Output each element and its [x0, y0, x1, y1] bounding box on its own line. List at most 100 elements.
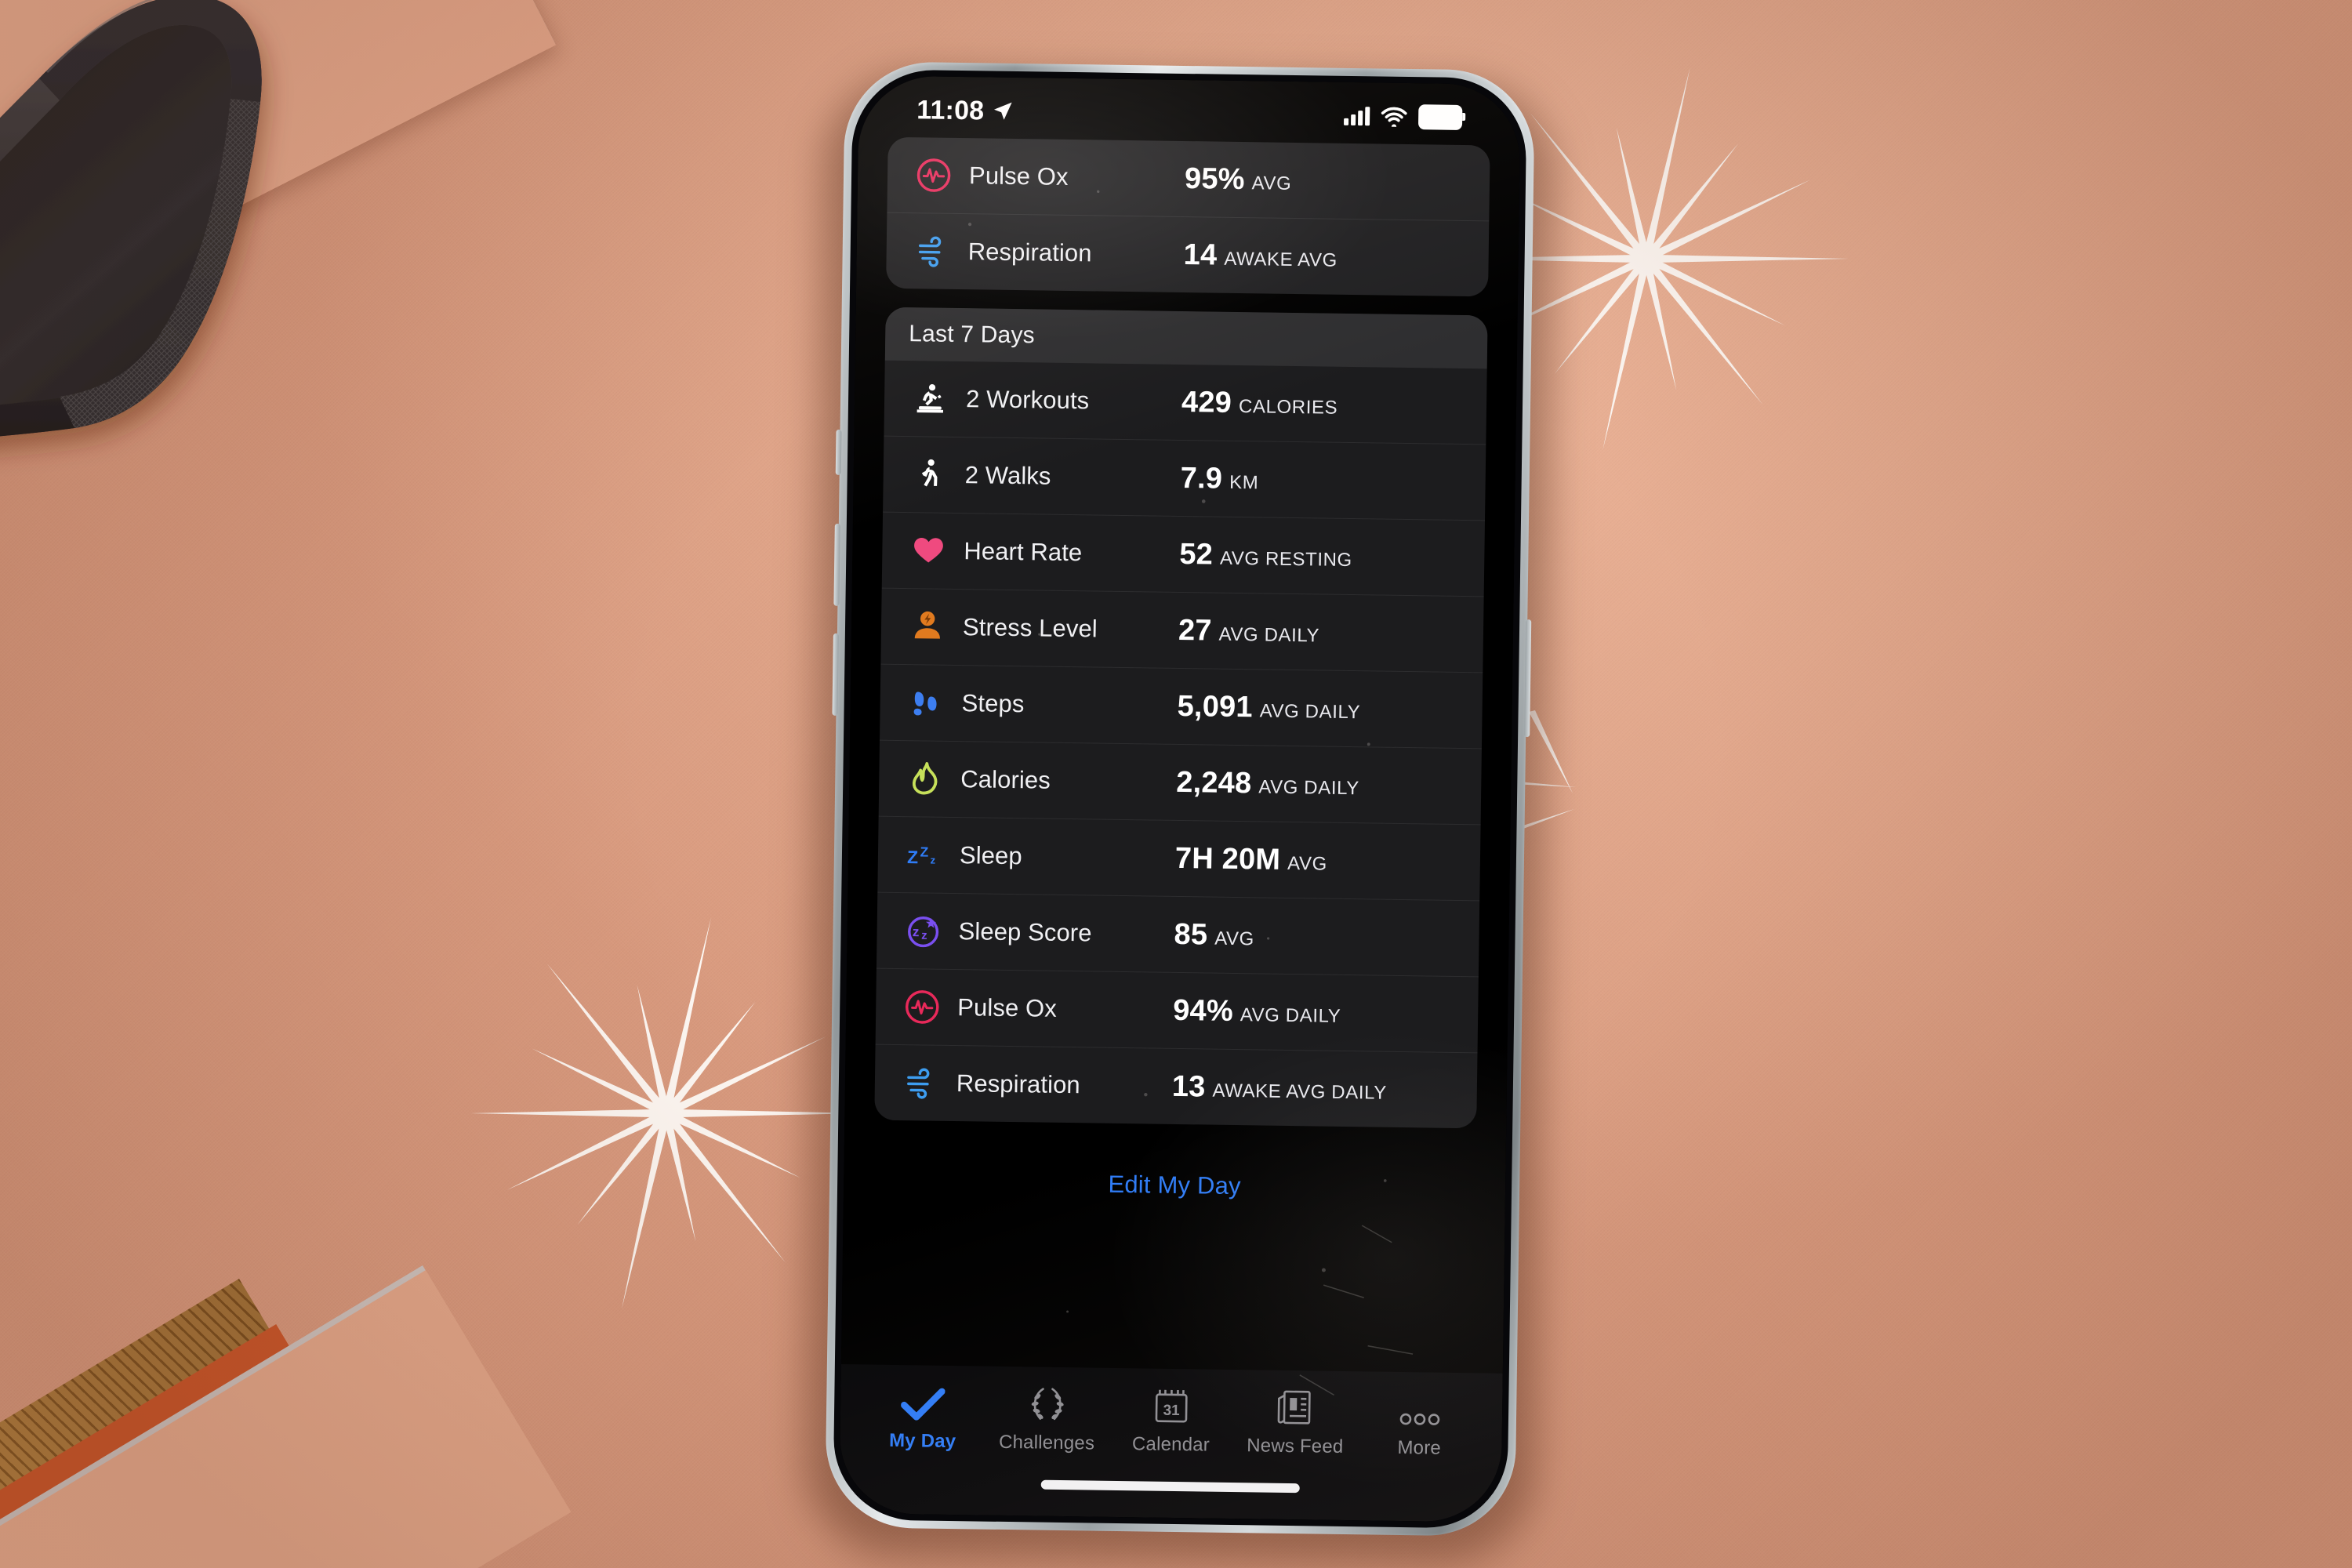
pulse-ox-icon [911, 152, 957, 198]
metric-unit: AVG DAILY [1240, 1004, 1341, 1027]
phone-screen: 11:08 Pulse Ox 95% AVG Respiration 14 AW… [839, 75, 1521, 1523]
metric-row-steps[interactable]: Steps 5,091 AVG DAILY [880, 663, 1483, 749]
metric-row-pulse-ox[interactable]: Pulse Ox 94% AVG DAILY [875, 967, 1479, 1053]
respiration-icon [898, 1060, 945, 1106]
metric-value: 94% AVG DAILY [1173, 993, 1341, 1029]
metric-unit: AVG DAILY [1259, 699, 1361, 723]
metric-row-2-walks[interactable]: 2 Walks 7.9 KM [883, 435, 1486, 521]
sleep-score-icon: z z [900, 908, 946, 954]
metric-value: 429 CALORIES [1181, 385, 1338, 421]
calendar-icon: 31 [1152, 1386, 1191, 1426]
status-bar-time: 11:08 [916, 94, 985, 125]
metric-number: 52 [1179, 537, 1214, 572]
metric-unit: AWAKE AVG DAILY [1212, 1080, 1388, 1104]
metric-row-stress-level[interactable]: Stress Level 27 AVG DAILY [880, 587, 1484, 673]
metric-number: 5,091 [1177, 689, 1254, 724]
svg-text:Z: Z [920, 844, 928, 860]
last-7-days-header: Last 7 Days [884, 307, 1488, 369]
display-notch [1059, 75, 1319, 136]
pulse-ox-icon [899, 984, 946, 1030]
metric-row-sleep-score[interactable]: z z Sleep Score 85 AVG [876, 891, 1480, 977]
metric-row-pulse-ox-today[interactable]: Pulse Ox 95% AVG [887, 137, 1490, 221]
metric-label: Stress Level [962, 613, 1098, 643]
phone-frame: 11:08 Pulse Ox 95% AVG Respiration 14 AW… [824, 60, 1536, 1537]
metric-unit: AVG RESTING [1219, 547, 1352, 571]
tab-more[interactable]: More [1360, 1388, 1479, 1460]
tab-label: Challenges [998, 1431, 1095, 1454]
metric-row-2-workouts[interactable]: 2 Workouts 429 CALORIES [884, 361, 1486, 445]
metric-number: 13 [1171, 1069, 1206, 1103]
calories-icon [902, 756, 949, 802]
svg-text:z: z [913, 924, 920, 939]
metric-value: 7.9 KM [1180, 461, 1258, 495]
metric-value: 27 AVG DAILY [1178, 613, 1320, 649]
metric-label: Respiration [956, 1069, 1081, 1099]
metric-number: 429 [1181, 385, 1232, 419]
metric-unit: AVG DAILY [1218, 623, 1320, 646]
metric-row-sleep[interactable]: Z Z z Sleep 7H 20M AVG [877, 815, 1481, 901]
metric-unit: AVG [1287, 852, 1328, 875]
respiration-icon [909, 228, 956, 274]
last-7-days-card: Last 7 Days 2 Workouts 429 CALORIES 2 Walk… [874, 307, 1488, 1129]
location-arrow-icon [994, 102, 1012, 120]
cellular-signal-icon [1344, 107, 1370, 126]
tab-calendar[interactable]: 31 Calendar [1112, 1385, 1230, 1457]
metric-label: 2 Walks [964, 461, 1051, 490]
metric-row-respiration[interactable]: Respiration 13 AWAKE AVG DAILY [874, 1044, 1478, 1129]
metric-value: 95% AVG [1185, 162, 1292, 198]
earpiece-speaker [1130, 75, 1250, 82]
metric-value: 14 AWAKE AVG [1183, 238, 1338, 274]
metric-row-respiration-today[interactable]: Respiration 14 AWAKE AVG [886, 212, 1490, 297]
today-summary-card: Pulse Ox 95% AVG Respiration 14 AWAKE AV… [886, 136, 1490, 297]
metric-label: Heart Rate [964, 537, 1083, 567]
svg-text:z: z [921, 929, 927, 942]
stress-icon [905, 604, 951, 650]
metric-label: Sleep Score [958, 917, 1092, 947]
metric-row-heart-rate[interactable]: Heart Rate 52 AVG RESTING [881, 511, 1486, 597]
phone-device: 11:08 Pulse Ox 95% AVG Respiration 14 AW… [804, 60, 1555, 1566]
wifi-icon [1381, 107, 1407, 127]
metric-unit: AWAKE AVG [1224, 248, 1338, 271]
metric-unit: KM [1229, 471, 1259, 493]
newsfeed-icon [1276, 1388, 1316, 1428]
metric-label: Calories [960, 765, 1051, 794]
more-icon [1398, 1389, 1443, 1429]
metric-label: Pulse Ox [968, 162, 1069, 191]
edit-my-day-link[interactable]: Edit My Day [873, 1139, 1476, 1204]
metric-number: 94% [1172, 993, 1234, 1028]
metric-number: 7.9 [1180, 461, 1223, 495]
metric-number: 27 [1178, 613, 1212, 648]
metric-label: Sleep [959, 841, 1023, 870]
metric-value: 85 AVG [1174, 917, 1254, 952]
metric-value: 2,248 AVG DAILY [1176, 765, 1359, 801]
tab-label: News Feed [1247, 1435, 1344, 1457]
metric-unit: AVG [1251, 172, 1292, 194]
tab-label: My Day [888, 1429, 956, 1453]
tab-my-day[interactable]: My Day [864, 1381, 982, 1453]
tab-label: More [1397, 1436, 1442, 1459]
bottom-tab-bar: My Day Challenges 31 Calendar News Feed … [839, 1364, 1503, 1523]
metric-label: Steps [961, 689, 1025, 718]
tab-label: Calendar [1131, 1433, 1210, 1456]
workout-icon [908, 376, 954, 422]
tab-news-feed[interactable]: News Feed [1236, 1387, 1355, 1458]
last-7-days-rows: 2 Workouts 429 CALORIES 2 Walks 7.9 KM Heart… [874, 361, 1486, 1129]
metric-unit: AVG DAILY [1258, 775, 1360, 799]
heart-icon [906, 528, 952, 574]
svg-text:Z: Z [907, 847, 918, 867]
metric-row-calories[interactable]: Calories 2,248 AVG DAILY [878, 739, 1482, 825]
volume-up-button[interactable] [833, 523, 840, 606]
metric-value: 13 AWAKE AVG DAILY [1172, 1069, 1388, 1106]
metric-label: 2 Workouts [965, 385, 1090, 415]
metric-label: Pulse Ox [957, 993, 1058, 1022]
app-content: Pulse Ox 95% AVG Respiration 14 AWAKE AV… [839, 75, 1521, 1523]
calendar-day-number: 31 [1163, 1403, 1180, 1419]
volume-down-button[interactable] [832, 633, 839, 716]
laurel-icon [1026, 1384, 1068, 1424]
mute-switch[interactable] [835, 429, 842, 475]
metric-value: 5,091 AVG DAILY [1177, 689, 1360, 725]
tab-challenges[interactable]: Challenges [988, 1384, 1106, 1455]
metric-number: 7H 20M [1174, 841, 1281, 877]
walk-icon [906, 452, 953, 498]
metric-label: Respiration [967, 238, 1092, 267]
